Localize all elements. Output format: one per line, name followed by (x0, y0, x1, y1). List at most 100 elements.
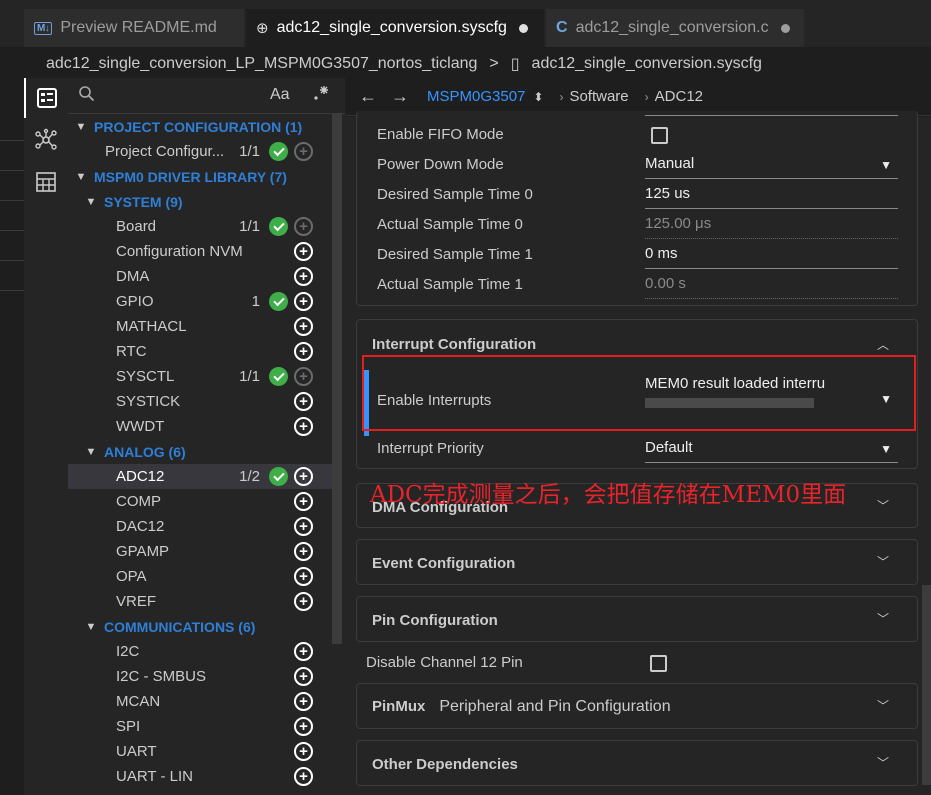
add-instance-icon[interactable]: + (294, 592, 313, 611)
tree-item-label: MCAN (116, 693, 161, 710)
tree-item[interactable]: RTC + (68, 339, 332, 364)
match-case-toggle[interactable]: Aa (270, 86, 290, 104)
chevron-down-icon[interactable]: ▼ (84, 446, 98, 458)
add-instance-icon[interactable]: + (294, 542, 313, 561)
tree-item[interactable]: SYSTICK + (68, 389, 332, 414)
tree-item[interactable]: OPA + (68, 564, 332, 589)
add-instance-icon[interactable]: + (294, 767, 313, 786)
tree-item[interactable]: DMA + (68, 264, 332, 289)
toolbar-crumb-adc12[interactable]: ADC12 (655, 88, 703, 105)
tree-item-label: SYSTEM (9) (104, 193, 183, 210)
tree-item[interactable]: I2C + (68, 639, 332, 664)
device-selector[interactable]: MSPM0G3507 (427, 88, 525, 105)
add-instance-icon[interactable]: + (294, 392, 313, 411)
chevron-down-icon[interactable]: ﹀ (877, 754, 889, 771)
tree-item[interactable]: I2C - SMBUS + (68, 664, 332, 689)
add-instance-icon[interactable]: + (294, 367, 313, 386)
tree-item-label: ADC12 (116, 468, 165, 485)
forward-arrow-icon[interactable]: → (391, 86, 409, 107)
chevron-down-icon[interactable]: ﹀ (877, 697, 889, 714)
chevron-down-icon[interactable]: ▼ (84, 621, 98, 633)
add-instance-icon[interactable]: + (294, 642, 313, 661)
pinmux-card[interactable]: PinMux Peripheral and Pin Configuration ﹀ (356, 683, 918, 729)
add-instance-icon[interactable]: + (294, 492, 313, 511)
tree-group-header[interactable]: ▼ PROJECT CONFIGURATION (1) (68, 114, 332, 139)
tree-item[interactable]: MCAN + (68, 689, 332, 714)
show-used-only-icon[interactable] (312, 84, 330, 107)
modified-dot-icon[interactable] (518, 23, 528, 33)
tree-item[interactable]: Configuration NVM + (68, 239, 332, 264)
chevron-down-icon[interactable]: ▼ (84, 196, 98, 208)
tree-group-header[interactable]: ▼ ANALOG (6) (68, 439, 332, 464)
tree-item[interactable]: ADC12 1/2 + (68, 464, 332, 489)
pinmux-label: Peripheral and Pin Configuration (439, 698, 671, 715)
tree-item[interactable]: WWDT + (68, 414, 332, 439)
add-instance-icon[interactable]: + (294, 742, 313, 761)
tree-item[interactable]: UART - LIN + (68, 764, 332, 789)
breadcrumb-folder[interactable]: adc12_single_conversion_LP_MSPM0G3507_no… (46, 55, 477, 73)
add-instance-icon[interactable]: + (294, 342, 313, 361)
tab-syscfg[interactable]: ⊕ adc12_single_conversion.syscfg (246, 9, 544, 47)
tree-group-header[interactable]: ▼ MSPM0 DRIVER LIBRARY (7) (68, 164, 332, 189)
tab-c-file[interactable]: C adc12_single_conversion.c (546, 9, 804, 47)
pin-config-card[interactable]: Pin Configuration ﹀ (356, 596, 918, 642)
modified-dot-icon[interactable] (780, 23, 790, 33)
add-instance-icon[interactable]: + (294, 467, 313, 486)
tree-item[interactable]: Board 1/1 + (68, 214, 332, 239)
add-instance-icon[interactable]: + (294, 417, 313, 436)
sample-time-input[interactable]: 0 ms (645, 245, 898, 269)
divider (0, 200, 24, 201)
fifo-mode-checkbox[interactable] (651, 127, 668, 144)
tree-item[interactable]: SYSCTL 1/1 + (68, 364, 332, 389)
add-instance-icon[interactable]: + (294, 317, 313, 336)
add-instance-icon[interactable]: + (294, 267, 313, 286)
outline-view-icon[interactable] (24, 78, 68, 118)
add-instance-icon[interactable]: + (294, 692, 313, 711)
tree-item[interactable]: Project Configur... 1/1 + (68, 139, 332, 164)
hierarchy-icon[interactable] (24, 120, 68, 160)
module-search[interactable]: Aa (68, 78, 345, 114)
back-arrow-icon[interactable]: ← (359, 86, 377, 107)
tree-item-label: GPAMP (116, 543, 170, 560)
chevron-down-icon[interactable]: ▼ (74, 121, 88, 133)
add-instance-icon[interactable]: + (294, 517, 313, 536)
chevron-up-icon[interactable]: ︿ (877, 336, 889, 353)
add-instance-icon[interactable]: + (294, 717, 313, 736)
add-instance-icon[interactable]: + (294, 142, 313, 161)
adc-field-label: Enable FIFO Mode (377, 126, 504, 143)
tree-item[interactable]: DAC12 + (68, 514, 332, 539)
sample-time-input[interactable]: 125 us (645, 185, 898, 209)
sidebar-scrollbar[interactable] (332, 114, 342, 644)
toolbar-crumb-software[interactable]: Software (569, 88, 628, 105)
power-down-mode-dropdown[interactable]: Manual ▼ (645, 155, 898, 179)
add-instance-icon[interactable]: + (294, 242, 313, 261)
tree-item[interactable]: MATHACL + (68, 314, 332, 339)
chevron-down-icon[interactable]: ﹀ (877, 553, 889, 570)
interrupt-priority-dropdown[interactable]: Default ▼ (645, 439, 898, 463)
chevron-down-icon[interactable]: ﹀ (877, 610, 889, 627)
tree-item[interactable]: GPIO 1 + (68, 289, 332, 314)
other-dependencies-card[interactable]: Other Dependencies ﹀ (356, 740, 918, 786)
main-scrollbar[interactable] (922, 585, 931, 785)
event-config-card[interactable]: Event Configuration ﹀ (356, 539, 918, 585)
chevron-down-icon[interactable]: ﹀ (877, 497, 889, 514)
chevron-down-icon[interactable]: ▼ (74, 171, 88, 183)
tree-item[interactable]: GPAMP + (68, 539, 332, 564)
updown-chevron-icon[interactable]: ⬍ (533, 90, 543, 104)
tree-group-header[interactable]: ▼ COMMUNICATIONS (6) (68, 614, 332, 639)
tree-item[interactable]: UART + (68, 739, 332, 764)
tree-item[interactable]: SPI + (68, 714, 332, 739)
add-instance-icon[interactable]: + (294, 667, 313, 686)
add-instance-icon[interactable]: + (294, 217, 313, 236)
breadcrumb-file[interactable]: adc12_single_conversion.syscfg (532, 55, 762, 73)
disable-channel-12-checkbox[interactable] (650, 655, 667, 672)
memory-table-icon[interactable] (24, 162, 68, 202)
search-icon[interactable] (78, 85, 95, 107)
tree-item[interactable]: VREF + (68, 589, 332, 614)
add-instance-icon[interactable]: + (294, 567, 313, 586)
tab-preview-readme[interactable]: M↓ Preview README.md (24, 9, 244, 47)
add-instance-icon[interactable]: + (294, 292, 313, 311)
tree-group-header[interactable]: ▼ SYSTEM (9) (68, 189, 332, 214)
tree-item[interactable]: COMP + (68, 489, 332, 514)
config-panel: Enable FIFO Mode Power Down Mode Manual ▼ De… (345, 111, 931, 795)
